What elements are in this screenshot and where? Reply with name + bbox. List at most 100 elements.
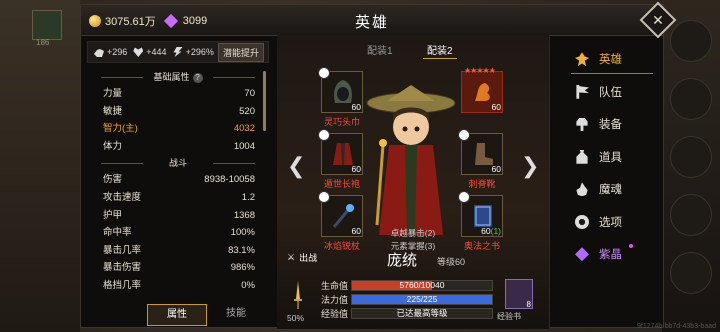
deploy-indicator[interactable]: ⚔ 出战: [287, 251, 317, 264]
stat-row: 暴击伤害 986%: [97, 259, 259, 277]
background-icon: [670, 78, 712, 120]
background-left-strip: [0, 0, 80, 332]
stat-row: 伤害 8938-10058: [97, 171, 259, 189]
xp-bar: 已达最高等级: [351, 308, 493, 319]
stat-value: 70: [244, 88, 255, 99]
nav-label: 选项: [599, 216, 622, 229]
stat-label: 智力(主): [103, 123, 138, 135]
rating-stars-icon: ★★★★★: [464, 66, 496, 75]
stat-row: 护甲 1368: [97, 207, 259, 225]
book-bonus: (1): [490, 226, 501, 236]
equip-slot-book[interactable]: 60(1): [458, 191, 503, 237]
stat-value: 83.1%: [228, 244, 255, 256]
nav-soul[interactable]: 魔魂: [563, 173, 659, 206]
nav-hero[interactable]: 英雄: [563, 43, 659, 76]
stat-value: 1368: [233, 209, 255, 221]
hp-bar: 5760/10040: [351, 280, 493, 291]
nav-label: 队伍: [599, 86, 622, 99]
flag-icon: [576, 84, 589, 99]
stat-row: 体力 1004: [97, 138, 259, 156]
bonus-value: +444: [146, 47, 167, 57]
bonus-item: +444: [133, 47, 167, 57]
slot-level: 60: [491, 164, 501, 174]
hero-panel: 3075.61万 3099 英雄 ✕ +296 +444 +296% 潜能提升 …: [80, 1, 677, 329]
mp-label: 法力值: [321, 295, 349, 305]
equip-slot-body[interactable]: 60: [318, 129, 363, 175]
left-tabs: 属性 技能: [147, 304, 265, 326]
background-thumbnail-label: 186: [36, 38, 50, 47]
top-bar: 3075.61万 3099 英雄 ✕: [81, 1, 677, 39]
set-bonus-label: 卓越暴击(2): [390, 228, 436, 238]
stat-value: 1004: [233, 140, 255, 152]
watermark: 9f1274b-bb7d-43b3-baad: [636, 323, 716, 330]
notification-dot: [629, 244, 633, 248]
tab-skills[interactable]: 技能: [207, 304, 265, 324]
stat-label: 护甲: [103, 209, 123, 221]
nav-label: 道具: [599, 151, 622, 164]
loadout-tab-2[interactable]: 配装2: [423, 41, 457, 59]
basic-attributes-header: 基础属性?: [97, 69, 259, 85]
prev-hero-arrow[interactable]: ❮: [287, 153, 305, 179]
stat-label: 暴击伤害: [103, 262, 142, 274]
stat-row: 暴击几率 83.1%: [97, 242, 259, 260]
stats-scrollbar[interactable]: [263, 71, 266, 131]
equip-slot-head[interactable]: 60: [318, 67, 363, 113]
help-icon[interactable]: ?: [192, 73, 203, 83]
amethyst-icon: [575, 247, 589, 262]
sword-percent: 50%: [287, 313, 305, 323]
stat-row: 格挡几率 0%: [97, 277, 259, 295]
gear-icon: [575, 214, 589, 229]
stat-row: 攻击速度 1.2: [97, 189, 259, 207]
stat-value: 8938-10058: [204, 174, 255, 186]
stat-label: 敏捷: [103, 105, 123, 117]
element-mark-icon: [318, 67, 330, 79]
stat-row: 敏捷 520: [97, 103, 259, 121]
equip-slot-trinket[interactable]: ★★★★★ 60: [461, 66, 503, 113]
background-thumbnail: [32, 10, 62, 40]
bolt-icon: [173, 47, 183, 57]
slot-level: 60: [491, 102, 501, 112]
stat-label: 体力: [103, 140, 123, 152]
arm-icon: [94, 49, 104, 57]
nav-label: 魔魂: [599, 184, 622, 197]
deploy-label: 出战: [299, 253, 318, 263]
helmet-icon: [576, 117, 588, 132]
background-icon: [670, 194, 712, 236]
mp-bar: 225/225: [351, 294, 493, 305]
potential-upgrade-button[interactable]: 潜能提升: [217, 42, 264, 62]
bonus-item: +296%: [173, 47, 214, 57]
right-nav: 英雄 队伍 装备 道具 魔魂 选项 紫晶: [563, 43, 659, 271]
stat-value: 4032: [233, 123, 255, 135]
exp-book-count: 8: [526, 300, 531, 309]
tab-attributes[interactable]: 属性: [147, 304, 207, 326]
equip-name-head: 灵巧头巾: [323, 117, 360, 127]
hp-row: 生命值 5760/10040: [321, 279, 493, 292]
stat-label: 暴击几率: [103, 244, 142, 256]
nav-options[interactable]: 选项: [563, 206, 659, 239]
xp-row: 经验值 已达最高等级: [321, 307, 493, 320]
heart-icon: [133, 47, 144, 57]
flame-icon: [576, 182, 588, 197]
nav-equipment[interactable]: 装备: [563, 108, 659, 141]
nav-amethyst[interactable]: 紫晶: [563, 238, 659, 271]
equip-slot-weapon[interactable]: 60: [318, 191, 363, 237]
loadout-tab-1[interactable]: 配装1: [363, 41, 397, 58]
stat-value: 0%: [241, 279, 255, 291]
hero-icon: [575, 52, 589, 67]
stat-label: 伤害: [103, 174, 123, 186]
bag-icon: [576, 149, 588, 164]
stats-list[interactable]: 基础属性? 力量 70 敏捷 520 智力(主) 4032 体力 1004 战斗 伤害 8…: [97, 69, 259, 297]
slot-level: 60: [351, 226, 361, 236]
bonus-bar: +296 +444 +296% 潜能提升: [87, 41, 269, 63]
bonus-item: +296: [94, 47, 127, 57]
nav-items[interactable]: 道具: [563, 141, 659, 174]
element-mark-icon: [458, 129, 470, 141]
next-hero-arrow[interactable]: ❯: [521, 153, 539, 179]
background-icon: [670, 252, 712, 294]
stat-row-primary: 智力(主) 4032: [97, 120, 259, 138]
nav-team[interactable]: 队伍: [563, 76, 659, 109]
exp-book-button[interactable]: 8: [505, 279, 533, 309]
equip-slot-boots[interactable]: 60: [458, 129, 503, 175]
xp-label: 经验值: [321, 309, 349, 319]
element-mark-icon: [318, 191, 330, 203]
